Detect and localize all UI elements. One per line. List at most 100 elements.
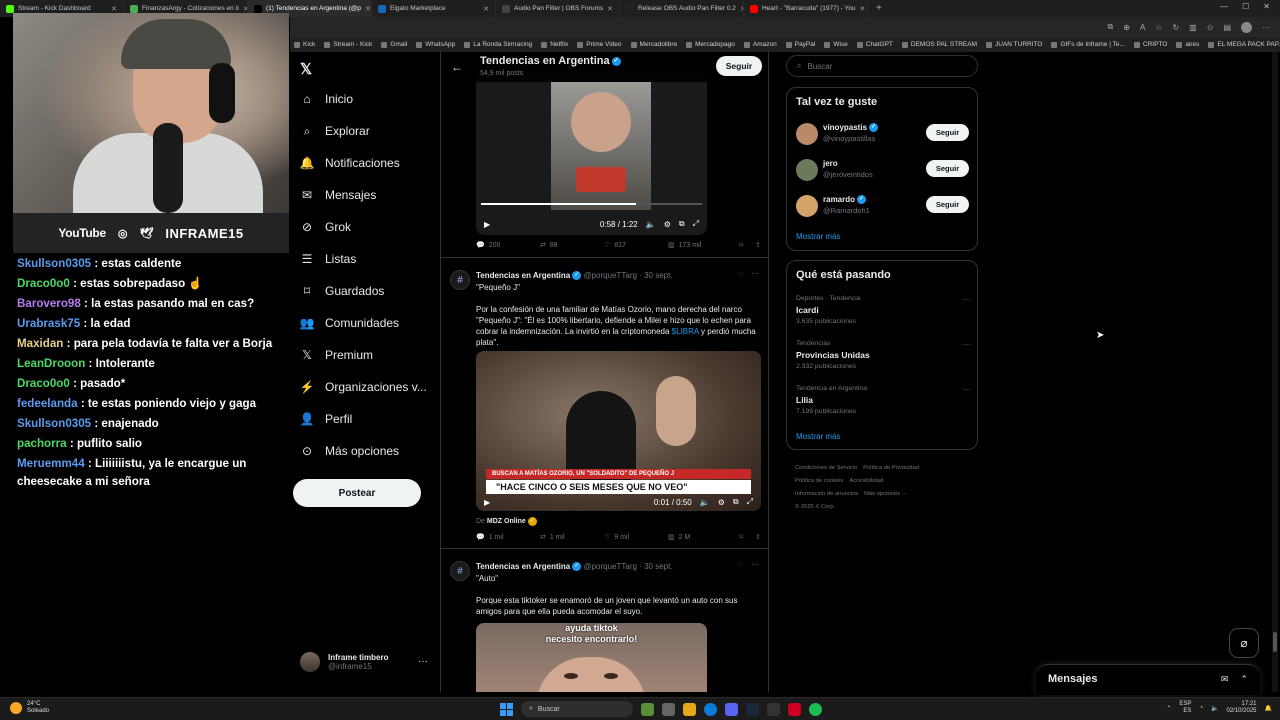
chevron-up-icon[interactable]: ⌃ [1166,705,1171,712]
reply-button[interactable]: 💬 200 [476,241,540,250]
nav-item-person[interactable]: 👤 Perfil [300,412,353,426]
video-player[interactable]: ayuda tiktok necesito encontrarlo! [476,623,707,692]
volume-icon[interactable]: 🔈 [1211,705,1218,712]
footer-link[interactable]: Política de Privacidad [863,465,919,471]
post-avatar[interactable]: # [450,270,470,290]
nav-item-premium[interactable]: 𝕏 Premium [300,348,373,362]
trend-item[interactable]: Tendencia en Argentina Lilia 7.199 publi… [796,385,971,415]
footer-link[interactable]: © 2025 X Corp. [795,504,835,510]
footer-link[interactable]: Más opciones ··· [864,491,907,497]
avatar[interactable] [796,195,818,217]
steam-icon[interactable] [746,702,759,716]
app-icon[interactable] [788,702,801,716]
trend-item[interactable]: Tendencias Provincias Unidas 2.332 publi… [796,340,971,370]
grok-icon[interactable]: ◌ [738,560,743,569]
minimize-icon[interactable]: — [1220,2,1228,11]
clock[interactable]: 17:21 02/10/2025 [1226,701,1256,715]
maximize-icon[interactable]: ☐ [1242,2,1249,11]
close-icon[interactable]: ✕ [1263,2,1270,11]
chat-username[interactable]: fedeelanda [17,397,78,410]
new-tab-icon[interactable]: + [868,3,890,14]
share-icon[interactable]: ⇪ [755,241,761,249]
bookmark-item[interactable]: Netflix [541,41,568,48]
close-tab-icon[interactable]: ✕ [860,5,866,13]
post-item[interactable]: # Tendencias en Argentina ✓ @porqueTTarg … [441,548,768,692]
bookmark-item[interactable]: EL MEGA PACK PAP... [1208,41,1280,48]
bookmark-item[interactable]: Mercadopago [686,41,735,48]
pip-icon[interactable]: ⧉ [733,497,739,507]
post-item[interactable]: # Tendencias en Argentina ✓ @porqueTTarg … [441,257,768,549]
close-tab-icon[interactable]: ✕ [365,5,371,13]
cashtag-link[interactable]: $LIBRA [672,327,699,336]
follow-button[interactable]: Seguir [926,196,969,213]
bookmark-icon[interactable]: ⌑ [740,241,744,249]
bookmark-item[interactable]: Gmail [381,41,407,48]
repost-button[interactable]: ⇄ 1 mil [540,533,604,542]
bookmark-item[interactable]: Wise [824,41,848,48]
close-tab-icon[interactable]: ✕ [607,5,613,13]
spotify-icon[interactable] [809,702,822,716]
more-icon[interactable]: ··· [963,385,971,394]
bookmark-item[interactable]: DEMOS PAL STREAM [901,41,977,48]
bookmark-item[interactable]: PayPal [785,41,815,48]
play-icon[interactable]: ▶ [484,220,490,229]
nav-item-search[interactable]: ⌕ Explorar [300,124,370,139]
taskbar-search[interactable]: ⌕ Buscar [521,701,633,717]
browser-tab[interactable]: Elgato Marketplace ✕ [372,0,496,17]
nav-item-communities[interactable]: 👥 Comunidades [300,316,400,330]
follow-button[interactable]: Seguir [926,124,969,141]
views-button[interactable]: ▥ 2 M [668,533,732,542]
favorites-icon[interactable]: ✩ [1207,23,1214,32]
wifi-icon[interactable]: ◔ [1199,705,1203,711]
bookmark-item[interactable]: La Ronda Simracing [464,41,532,48]
grok-icon[interactable]: ⌀ [1229,628,1259,658]
notifications-icon[interactable]: 🔔 [1265,705,1272,712]
volume-icon[interactable]: 🔈 [700,498,710,507]
video-player[interactable]: ▶ 0:58 / 1:22 🔈 ⚙ ⧉ ⤢ [476,72,707,235]
chat-username[interactable]: Urabrask75 [17,317,80,330]
nav-item-bell[interactable]: 🔔 Notificaciones [300,156,400,170]
more-icon[interactable]: ··· [751,560,759,569]
suggested-account[interactable]: jero @jeroveintidos Seguir [796,157,971,185]
read-aloud-icon[interactable]: A [1140,23,1145,32]
scrollbar[interactable] [1272,52,1278,692]
chat-username[interactable]: Meruemm44 [17,457,85,470]
nav-item-grok[interactable]: ⊘ Grok [300,220,351,234]
nav-item-mail[interactable]: ✉ Mensajes [300,188,376,202]
nav-item-more-circle[interactable]: ⊙ Más opciones [300,444,399,458]
footer-link[interactable]: Accesibilidad [849,478,883,484]
browser-tab[interactable]: Release OBS Audio Pan Filter 0.2✕ [620,0,744,17]
bookmark-item[interactable]: Prime Video [577,41,622,48]
nav-item-list[interactable]: ☰ Listas [300,252,357,266]
chat-username[interactable]: Skullson0305 [17,257,91,270]
extensions-icon[interactable]: ⧉ [1108,22,1114,32]
more-icon[interactable]: ··· [751,269,759,278]
chat-username[interactable]: Maxidan [17,337,63,350]
back-arrow-icon[interactable]: ← [451,60,463,74]
chat-username[interactable]: Barovero98 [17,297,81,310]
file-explorer-icon[interactable] [662,702,675,716]
browser-tab[interactable]: Audio Pan Filter | OBS Forums ✕ [496,0,620,17]
more-icon[interactable]: ··· [963,295,971,304]
bookmark-item[interactable]: JUAN TURRITO [986,41,1042,48]
chat-username[interactable]: pachorra [17,437,67,450]
collections-icon[interactable]: ▤ [1223,23,1231,32]
bookmark-item[interactable]: aires [1176,41,1199,48]
post-button[interactable]: Postear [293,479,421,507]
discord-icon[interactable] [725,702,738,716]
fullscreen-icon[interactable]: ⤢ [693,219,699,229]
nav-item-home[interactable]: ⌂ Inicio [300,92,353,106]
trend-item[interactable]: Deportes · Tendencia Icardi 3.635 public… [796,295,971,325]
suggested-account[interactable]: ramardo ✓ @Ramardoh1 Seguir [796,193,971,221]
follow-button[interactable]: Seguir [926,160,969,177]
close-tab-icon[interactable]: ✕ [483,5,489,13]
search-input[interactable]: ⌕ Buscar [786,55,978,77]
bookmark-item[interactable]: GIFs de Inframe | Te... [1051,41,1125,48]
edge-icon[interactable] [704,702,717,716]
nav-item-organizations[interactable]: ⚡ Organizaciones v... [300,380,427,394]
browser-tab[interactable]: Heart - "Barracuda" (1977) - You ✕ [744,0,868,17]
footer-link[interactable]: Condiciones de Servicio [795,465,857,471]
chat-username[interactable]: LeanDrooon [17,357,85,370]
folder-icon[interactable] [683,702,696,716]
footer-link[interactable]: Política de cookies [795,478,843,484]
